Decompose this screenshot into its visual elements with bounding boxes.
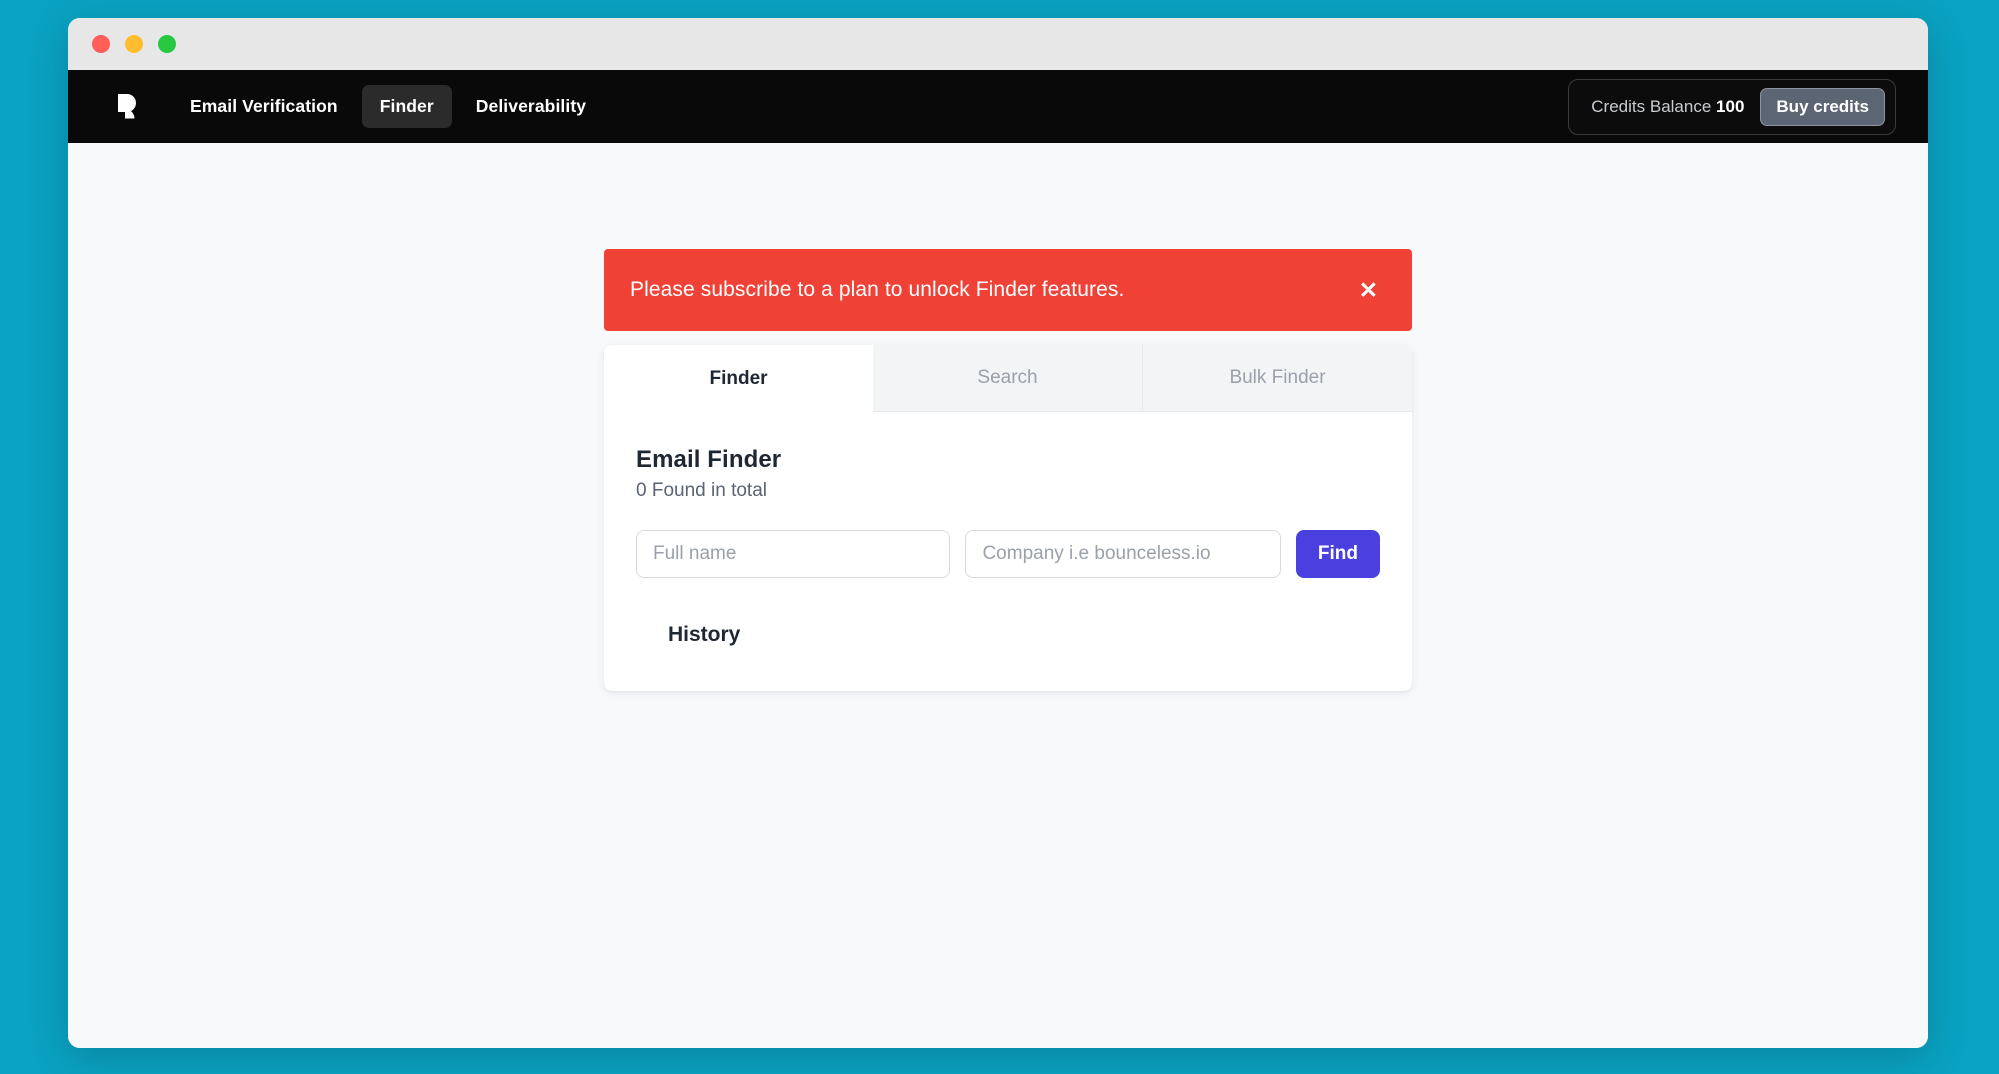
nav-link-email-verification[interactable]: Email Verification (172, 85, 356, 128)
top-navbar: Email Verification Finder Deliverability… (68, 70, 1928, 143)
full-name-input[interactable] (636, 530, 951, 578)
finder-found-count: 0 Found in total (636, 480, 767, 501)
credits-balance-box: Credits Balance 100 Buy credits (1568, 78, 1896, 135)
window-titlebar (68, 18, 1928, 70)
window-minimize-button[interactable] (125, 35, 143, 53)
credits-balance-text: Credits Balance (1591, 96, 1712, 116)
bounceless-logo-icon[interactable] (104, 84, 150, 130)
page-body: Please subscribe to a plan to unlock Fin… (68, 143, 1928, 1048)
find-button[interactable]: Find (1295, 530, 1380, 578)
desktop-background: Email Verification Finder Deliverability… (0, 0, 1999, 1074)
tab-finder[interactable]: Finder (604, 345, 873, 412)
buy-credits-button[interactable]: Buy credits (1760, 87, 1885, 126)
alert-message: Please subscribe to a plan to unlock Fin… (630, 278, 1125, 301)
tab-bulk-finder[interactable]: Bulk Finder (1142, 345, 1412, 412)
finder-form-row: Find (636, 530, 1380, 578)
company-input[interactable] (965, 530, 1281, 578)
finder-tabs: Finder Search Bulk Finder (604, 345, 1412, 412)
navbar-left-group: Email Verification Finder Deliverability (68, 70, 604, 143)
browser-window: Email Verification Finder Deliverability… (68, 18, 1928, 1048)
finder-heading: Email Finder (636, 446, 782, 473)
close-icon[interactable]: ✕ (1357, 275, 1380, 306)
navbar-right-group: Credits Balance 100 Buy credits (1568, 78, 1896, 135)
main-content-column: Please subscribe to a plan to unlock Fin… (604, 249, 1412, 691)
nav-link-deliverability[interactable]: Deliverability (458, 85, 604, 128)
navbar-links: Email Verification Finder Deliverability (172, 85, 604, 128)
history-heading: History (668, 623, 741, 646)
nav-link-finder[interactable]: Finder (361, 85, 452, 128)
credits-balance-label: Credits Balance 100 (1591, 97, 1744, 117)
credits-balance-value: 100 (1716, 96, 1745, 116)
tab-search[interactable]: Search (873, 345, 1142, 412)
window-close-button[interactable] (92, 35, 110, 53)
finder-card: Finder Search Bulk Finder Email Finder 0… (604, 345, 1412, 691)
subscribe-alert-banner: Please subscribe to a plan to unlock Fin… (604, 249, 1412, 331)
window-maximize-button[interactable] (158, 35, 176, 53)
finder-card-body: Email Finder 0 Found in total Find Histo… (604, 412, 1412, 691)
